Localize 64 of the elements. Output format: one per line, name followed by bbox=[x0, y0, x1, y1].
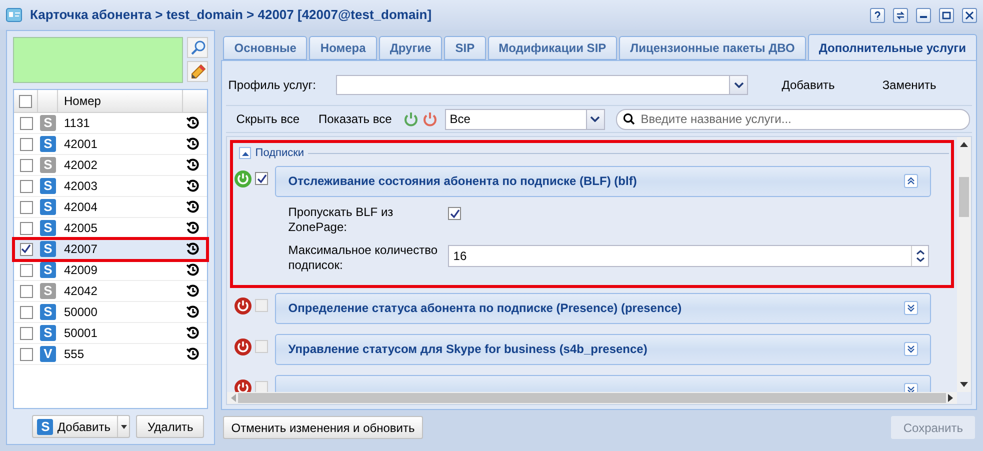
add-button[interactable]: S Добавить bbox=[32, 415, 130, 438]
number-cell-text: 42003 bbox=[63, 178, 98, 195]
number-row[interactable]: S 42009 bbox=[14, 260, 208, 281]
line-type-badge: S bbox=[40, 220, 56, 236]
line-type-badge: S bbox=[40, 262, 56, 278]
number-row[interactable]: S 50000 bbox=[14, 302, 208, 323]
number-cell-text: 50001 bbox=[63, 325, 98, 342]
tab[interactable]: Основные bbox=[223, 36, 308, 60]
service-header[interactable]: Отслеживание состояния абонента по подписке (BLF) (blf) bbox=[275, 166, 931, 196]
tab[interactable]: Дополнительные услуги bbox=[808, 34, 977, 60]
window-title: Карточка абонента > test_domain > 42007 [42007@test_domain] bbox=[30, 6, 433, 24]
line-type-badge: S bbox=[40, 199, 56, 215]
tab[interactable]: SIP bbox=[444, 36, 486, 60]
add-link-button[interactable]: Добавить bbox=[756, 76, 860, 94]
number-row[interactable]: S 50001 bbox=[14, 323, 208, 344]
group-title: Подписки bbox=[255, 146, 304, 161]
number-cell-text: 50000 bbox=[63, 304, 98, 321]
tab[interactable]: Другие bbox=[378, 36, 442, 60]
number-cell-text: 42042 bbox=[63, 283, 98, 300]
delete-button[interactable]: Удалить bbox=[136, 415, 204, 438]
service-search-field[interactable]: Введите название услуги... bbox=[616, 108, 970, 130]
number-row[interactable]: S 42007 bbox=[14, 239, 208, 260]
tab[interactable]: Модификации SIP bbox=[488, 36, 618, 60]
field-label: Пропускать BLF из ZonePage: bbox=[288, 204, 394, 234]
number-cell-text: 42002 bbox=[63, 157, 98, 174]
number-row[interactable]: S 1131 bbox=[14, 113, 208, 134]
number-cell-text: 42005 bbox=[63, 220, 98, 237]
field-label: Профиль услуг: bbox=[228, 77, 317, 94]
line-type-badge: S bbox=[40, 136, 56, 152]
number-row[interactable]: S 42003 bbox=[14, 176, 208, 197]
line-type-badge: S bbox=[40, 115, 56, 131]
number-row[interactable]: V 555 bbox=[14, 344, 208, 365]
service-header[interactable]: Управление статусом для Skype for business (s4b_presence) bbox=[275, 334, 931, 364]
line-type-badge: S bbox=[40, 241, 56, 257]
hide-all-button[interactable]: Скрыть все bbox=[228, 110, 308, 128]
number-cell-text: 42009 bbox=[63, 262, 98, 279]
replace-button[interactable]: Заменить bbox=[868, 76, 950, 94]
number-cell-text: 555 bbox=[63, 346, 86, 363]
number-row[interactable]: S 42042 bbox=[14, 281, 208, 302]
number-row[interactable]: S 42004 bbox=[14, 197, 208, 218]
service-title: Управление статусом для Skype for business (s4b_presence) bbox=[288, 341, 648, 358]
line-type-badge: S bbox=[40, 157, 56, 173]
filter-select[interactable]: Все bbox=[444, 108, 605, 130]
line-type-badge: S bbox=[40, 283, 56, 299]
line-type-badge: S bbox=[40, 325, 56, 341]
line-type-badge: S bbox=[40, 304, 56, 320]
line-type-badge: S bbox=[37, 418, 54, 434]
show-all-button[interactable]: Показать все bbox=[310, 110, 400, 128]
number-cell-text: 1131 bbox=[63, 115, 91, 132]
number-row[interactable]: S 42002 bbox=[14, 155, 208, 176]
number-cell-text: 42007 bbox=[63, 241, 98, 258]
service-header[interactable]: Определение статуса абонента по подписке (Presence) (presence) bbox=[275, 292, 931, 324]
tab[interactable]: Номера bbox=[309, 36, 377, 60]
field-label: Максимальное количество подписок: bbox=[288, 242, 438, 272]
number-cell-text: 42004 bbox=[63, 199, 98, 216]
service-title: Отслеживание состояния абонента по подписке (BLF) (blf) bbox=[288, 173, 638, 190]
service-title: Определение статуса абонента по подписке (Presence) (presence) bbox=[288, 300, 683, 317]
number-field[interactable]: 16 bbox=[448, 244, 929, 266]
line-type-badge: V bbox=[40, 346, 56, 362]
revert-button[interactable]: Отменить изменения и обновить bbox=[223, 416, 423, 439]
tab[interactable]: Лицензионные пакеты ДВО bbox=[619, 36, 806, 60]
number-cell-text: 42001 bbox=[63, 136, 98, 153]
line-type-badge: S bbox=[40, 178, 56, 194]
number-row[interactable]: S 42001 bbox=[14, 134, 208, 155]
